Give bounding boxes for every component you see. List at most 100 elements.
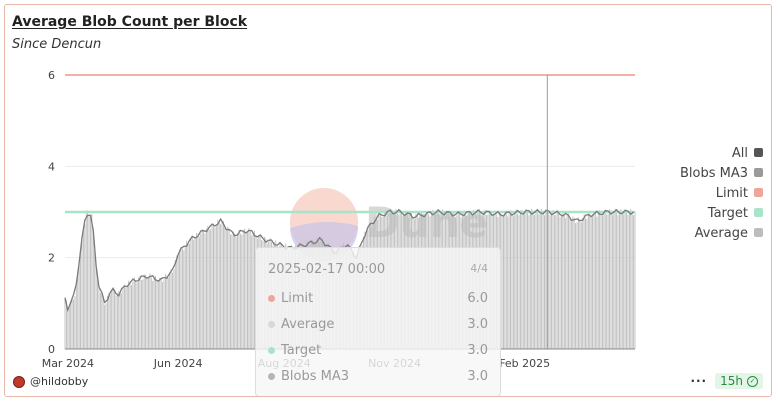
bar-average xyxy=(579,219,581,349)
bar-average xyxy=(610,210,612,349)
bar-average xyxy=(71,297,73,349)
bar-average xyxy=(628,212,630,349)
bar-average xyxy=(631,211,633,349)
bar-average xyxy=(131,285,132,349)
bar-average xyxy=(563,214,565,349)
bar-average xyxy=(561,214,562,349)
bar-average xyxy=(67,308,69,349)
bar-average xyxy=(249,230,251,349)
author-link[interactable]: @hildobby xyxy=(13,375,88,388)
bar-average xyxy=(94,251,96,349)
bar-average xyxy=(527,211,528,349)
bar-average xyxy=(599,209,601,349)
bar-average xyxy=(582,217,584,349)
bar-average xyxy=(111,291,113,349)
tooltip-count: 4/4 xyxy=(470,262,488,275)
bar-average xyxy=(217,219,219,349)
reference-lines xyxy=(65,74,635,214)
tooltip-header: 2025-02-17 00:00 4/4 xyxy=(268,262,488,277)
bar-average xyxy=(606,214,608,349)
bar-average xyxy=(624,209,626,349)
bar-average xyxy=(234,233,236,349)
bar-average xyxy=(576,222,578,349)
bar-average xyxy=(88,216,90,349)
bar-average xyxy=(617,215,619,349)
bar-average xyxy=(539,213,541,349)
bar-average xyxy=(85,210,87,349)
bar-average xyxy=(589,212,591,349)
bar-average xyxy=(163,279,165,349)
bar-average xyxy=(510,210,511,349)
legend-item-blobs-ma3[interactable]: Blobs MA3 xyxy=(680,165,763,185)
refresh-badge[interactable]: 15h ✓ xyxy=(715,373,763,389)
bar-average xyxy=(586,219,588,349)
bar-average xyxy=(512,216,514,349)
bar-average xyxy=(153,277,155,349)
bar-average xyxy=(501,216,503,349)
bar-average xyxy=(179,253,181,349)
bar-average xyxy=(529,211,531,349)
bar-average xyxy=(213,223,214,349)
bar-average xyxy=(620,209,622,349)
bar-average xyxy=(157,282,159,349)
bar-average xyxy=(210,229,212,349)
bar-average xyxy=(559,216,561,349)
bar-average xyxy=(522,214,524,349)
tooltip-row-average: Average 3.0 xyxy=(268,317,488,332)
bar-average xyxy=(116,293,118,349)
bar-average xyxy=(565,218,567,349)
legend-item-target[interactable]: Target xyxy=(680,205,763,225)
bar-average xyxy=(544,215,545,349)
legend[interactable]: All Blobs MA3 Limit Target Average xyxy=(680,145,763,245)
bar-average xyxy=(77,271,79,349)
bar-average xyxy=(193,239,195,349)
bar-average xyxy=(121,293,123,349)
bar-average xyxy=(596,216,598,349)
tooltip-row-limit: Limit 6.0 xyxy=(268,291,488,306)
bar-average xyxy=(607,213,609,349)
bar-average xyxy=(575,223,577,349)
bar-average xyxy=(621,213,623,349)
bar-average xyxy=(541,209,543,349)
bar-average xyxy=(538,214,540,349)
bar-average xyxy=(73,299,74,349)
bar-average xyxy=(74,296,76,349)
bar-average xyxy=(609,209,610,349)
more-dots-icon[interactable]: ··· xyxy=(690,374,707,388)
bar-average xyxy=(90,217,91,349)
bar-average xyxy=(123,284,125,349)
bar-average xyxy=(189,243,190,349)
x-tick-label: Feb 2025 xyxy=(499,357,550,370)
bar-average xyxy=(91,214,93,349)
tooltip-row-blobs-ma3: Blobs MA3 3.0 xyxy=(268,369,488,384)
y-tick-label: 2 xyxy=(48,252,55,265)
bar-average xyxy=(95,265,97,349)
bar-average xyxy=(156,280,158,349)
legend-item-limit[interactable]: Limit xyxy=(680,185,763,205)
bar-average xyxy=(145,274,147,349)
bar-average xyxy=(125,287,127,349)
bar-average xyxy=(115,295,117,349)
bar-average xyxy=(152,280,154,349)
legend-item-all[interactable]: All xyxy=(680,145,763,165)
bar-average xyxy=(634,211,636,349)
bar-average xyxy=(514,212,516,349)
bar-average xyxy=(626,210,627,349)
bar-average xyxy=(142,279,144,349)
check-circle-icon: ✓ xyxy=(747,375,758,387)
legend-item-average[interactable]: Average xyxy=(680,225,763,245)
bar-average xyxy=(101,293,103,349)
bar-average xyxy=(613,212,615,349)
bar-average xyxy=(251,235,253,349)
bar-average xyxy=(149,273,151,349)
bar-average xyxy=(203,231,205,349)
legend-swatch-average xyxy=(754,228,763,237)
bar-average xyxy=(186,240,188,349)
bar-average xyxy=(82,230,84,349)
bar-average xyxy=(128,280,130,349)
bar-average xyxy=(566,214,568,349)
bar-average xyxy=(221,222,223,349)
bar-average xyxy=(143,274,145,349)
bar-average xyxy=(162,282,164,349)
bar-average xyxy=(552,210,554,349)
